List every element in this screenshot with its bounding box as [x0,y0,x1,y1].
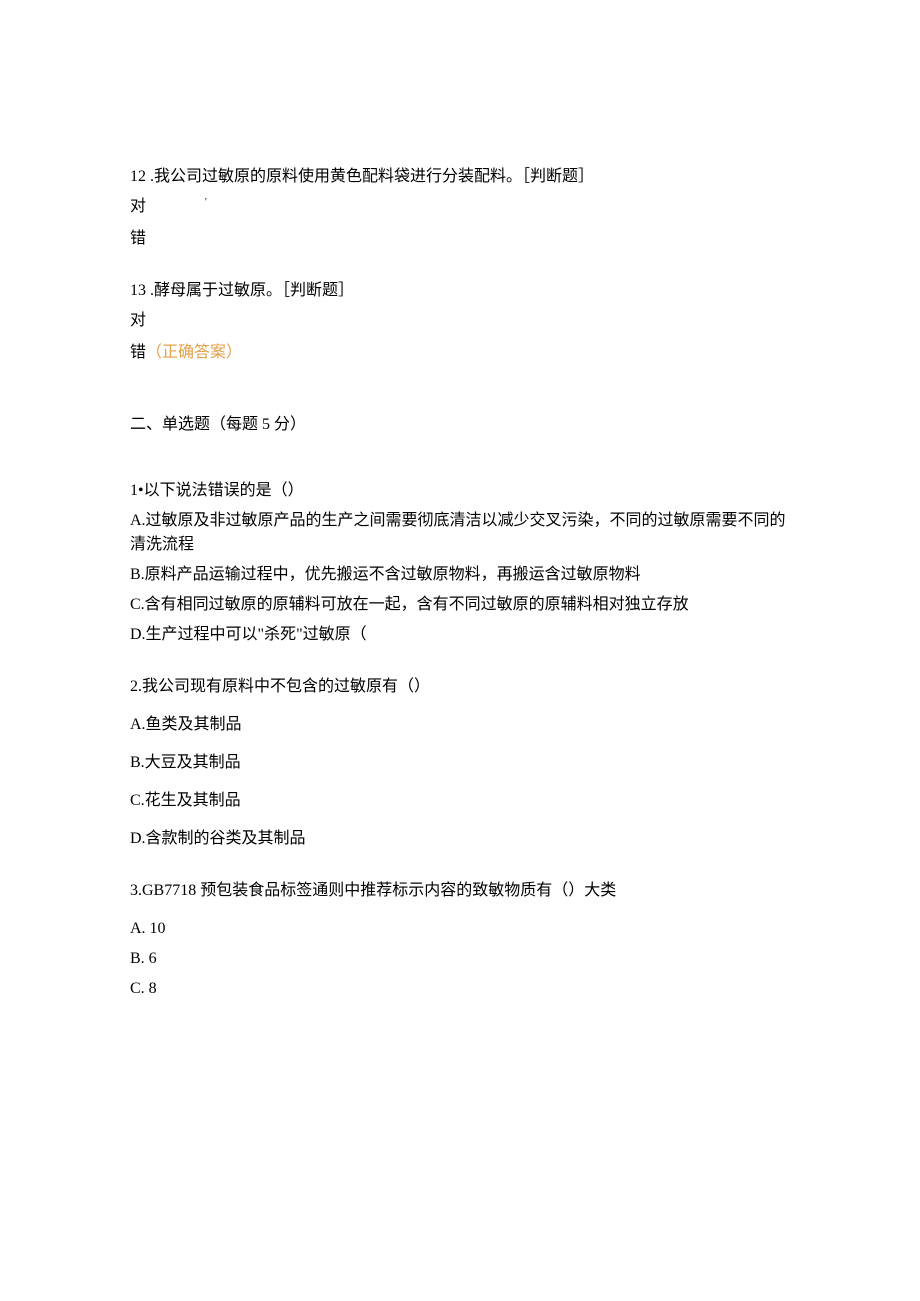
question-text: .我公司过敏原的原料使用黄色配料袋进行分装配料。［判断题］ [150,168,594,185]
option-false-line: 错（正确答案） [130,341,790,365]
question-text: .酵母属于过敏原。［判断题］ [150,282,354,299]
option-true: 对 [130,198,146,215]
question-number: 12 [130,168,146,185]
question-12: 12 .我公司过敏原的原料使用黄色配料袋进行分装配料。［判断题］ 对 ' 错 [130,165,790,251]
mc1-option-d: D.生产过程中可以"杀死"过敏原（ [130,623,790,647]
mc2-option-c: C.花生及其制品 [130,789,790,813]
tick-mark: ' [205,197,207,208]
mc3-stem: 3.GB7718 预包装食品标签通则中推荐标示内容的致敏物质有（）大类 [130,879,790,903]
mc-question-3: 3.GB7718 预包装食品标签通则中推荐标示内容的致敏物质有（）大类 A. 1… [130,879,790,1001]
mc-question-2: 2.我公司现有原料中不包含的过敏原有（） A.鱼类及其制品 B.大豆及其制品 C… [130,675,790,851]
option-false: 错 [130,230,146,247]
mc-question-1: 1•以下说法错误的是（） A.过敏原及非过敏原产品的生产之间需要彻底清洁以减少交… [130,479,790,647]
question-13-stem: 13 .酵母属于过敏原。［判断题］ [130,279,790,303]
mc2-stem: 2.我公司现有原料中不包含的过敏原有（） [130,675,790,699]
option-false-line: 错 [130,227,790,251]
mc3-option-b: B. 6 [130,947,790,971]
mc1-option-c: C.含有相同过敏原的原辅料可放在一起，含有不同过敏原的原辅料相对独立存放 [130,593,790,617]
option-false: 错 [130,344,146,361]
mc1-option-b: B.原料产品运输过程中，优先搬运不含过敏原物料，再搬运含过敏原物料 [130,563,790,587]
question-12-stem: 12 .我公司过敏原的原料使用黄色配料袋进行分装配料。［判断题］ [130,165,790,189]
mc2-option-d: D.含款制的谷类及其制品 [130,827,790,851]
mc1-stem: 1•以下说法错误的是（） [130,479,790,503]
question-13: 13 .酵母属于过敏原。［判断题］ 对 错（正确答案） [130,279,790,365]
question-number: 13 [130,282,146,299]
option-true: 对 [130,312,146,329]
mc2-option-a: A.鱼类及其制品 [130,713,790,737]
document-page: 12 .我公司过敏原的原料使用黄色配料袋进行分装配料。［判断题］ 对 ' 错 1… [0,0,920,1109]
correct-answer-label: （正确答案） [146,344,242,361]
section-heading-text: 二、单选题（每题 5 分） [130,416,306,433]
option-true-line: 对 ' [130,195,790,219]
mc3-option-c: C. 8 [130,977,790,1001]
mc2-option-b: B.大豆及其制品 [130,751,790,775]
option-true-line: 对 [130,309,790,333]
mc3-option-a: A. 10 [130,917,790,941]
mc1-option-a: A.过敏原及非过敏原产品的生产之间需要彻底清洁以减少交叉污染，不同的过敏原需要不… [130,509,790,557]
section-2-heading: 二、单选题（每题 5 分） [130,413,790,437]
